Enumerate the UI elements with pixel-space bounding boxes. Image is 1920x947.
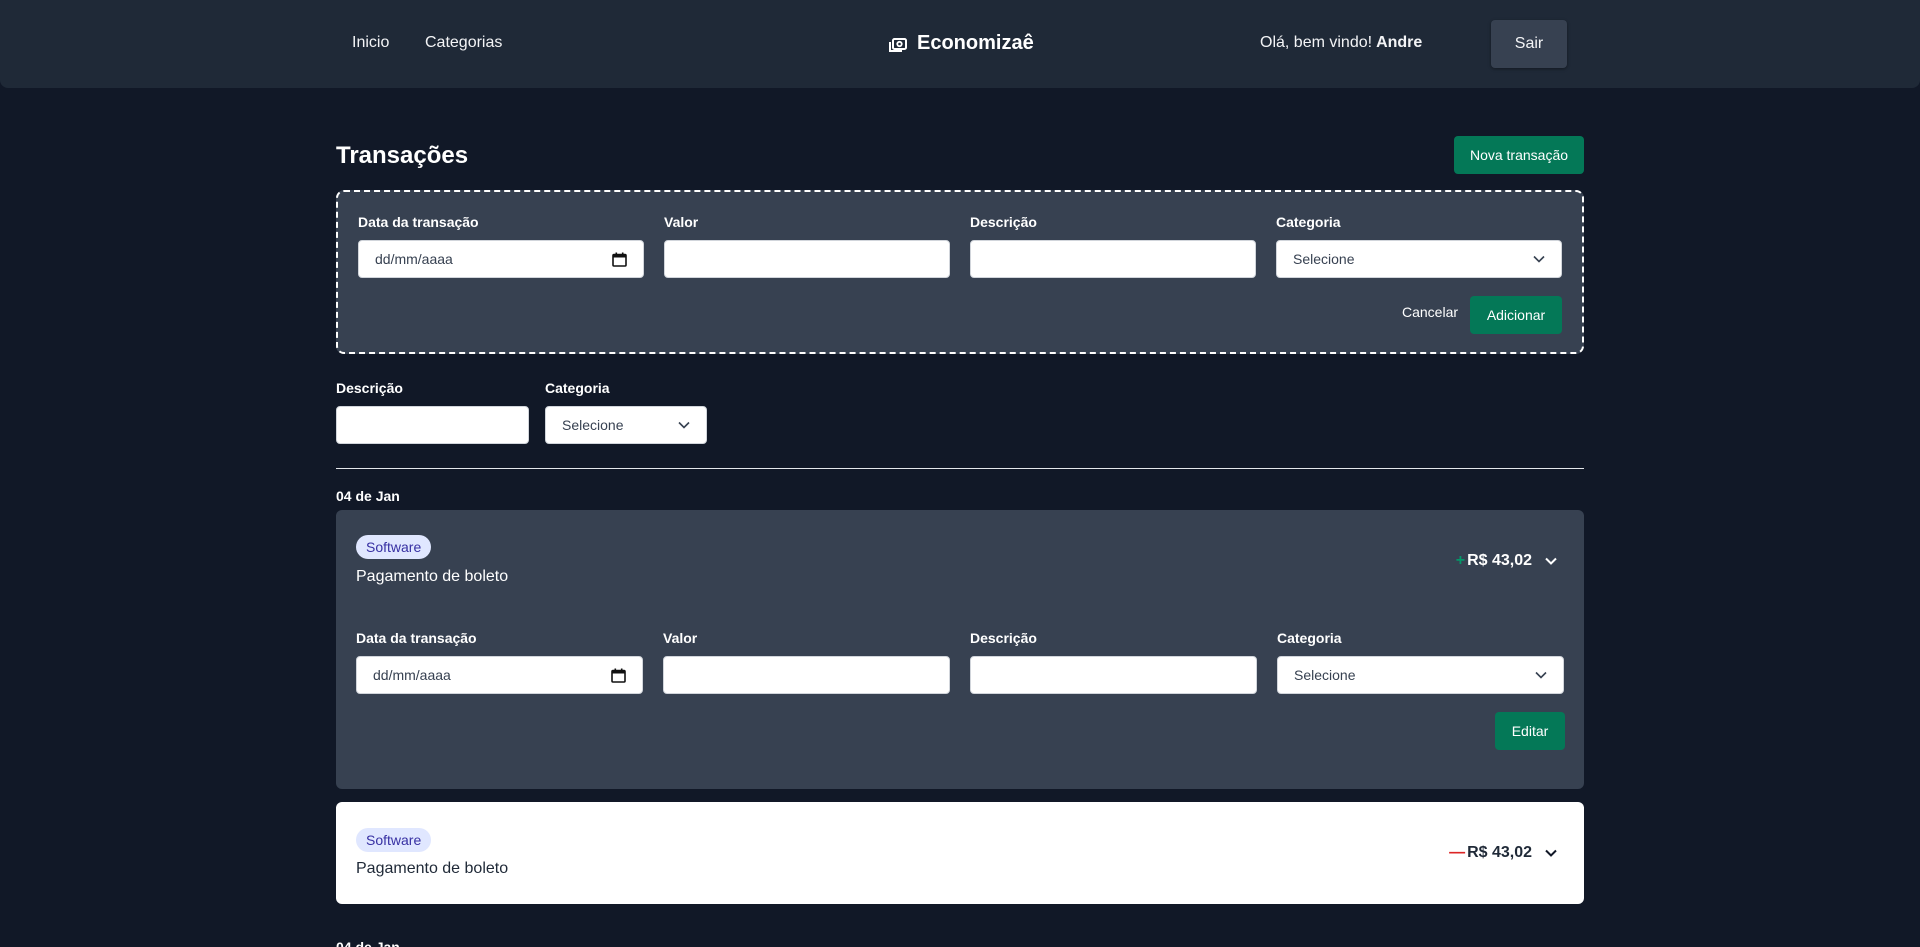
category-badge: Software xyxy=(356,828,432,852)
calendar-icon[interactable] xyxy=(612,252,627,267)
transaction-card[interactable]: Software Pagamento de boleto + R$ 43,02 … xyxy=(336,510,1584,789)
edit-category-label: Categoria xyxy=(1277,630,1342,646)
category-label: Categoria xyxy=(1276,214,1341,230)
date-label: Data da transação xyxy=(358,214,479,230)
edit-category-selected: Selecione xyxy=(1294,667,1356,683)
page-title: Transações xyxy=(336,142,469,169)
money-bill-icon xyxy=(889,37,907,52)
description-input[interactable] xyxy=(970,240,1256,278)
chevron-down-icon xyxy=(1533,255,1545,263)
date-placeholder: dd/mm/aaaa xyxy=(375,251,453,267)
date-group-heading: 04 de Jan xyxy=(336,488,400,504)
add-button[interactable]: Adicionar xyxy=(1470,296,1562,334)
brand-name: Economizaê xyxy=(917,32,1034,54)
chevron-down-icon xyxy=(1535,671,1547,679)
edit-value-label: Valor xyxy=(663,630,698,646)
value-input[interactable] xyxy=(664,240,950,278)
chevron-down-icon xyxy=(678,421,690,429)
filter-category-select[interactable]: Selecione xyxy=(545,406,707,444)
edit-date-label: Data da transação xyxy=(356,630,477,646)
expense-sign: — xyxy=(1449,844,1466,861)
edit-date-placeholder: dd/mm/aaaa xyxy=(373,667,451,683)
brand-logo[interactable]: Economizaê xyxy=(888,32,1034,55)
filter-category-label: Categoria xyxy=(545,380,610,396)
transaction-description: Pagamento de boleto xyxy=(356,860,509,877)
category-selected: Selecione xyxy=(1293,251,1355,267)
transaction-amount: — R$ 43,02 xyxy=(1449,844,1532,862)
divider xyxy=(336,468,1584,469)
chevron-down-icon[interactable] xyxy=(1544,554,1558,568)
greeting-text: Olá, bem vindo! xyxy=(1260,34,1373,51)
edit-button[interactable]: Editar xyxy=(1495,712,1565,750)
top-navbar: Inicio Categorias Economizaê Olá, bem vi… xyxy=(0,0,1920,88)
user-greeting: Olá, bem vindo! Andre xyxy=(1260,34,1422,52)
filter-description-input[interactable] xyxy=(336,406,529,444)
nav-link-inicio[interactable]: Inicio xyxy=(352,34,389,52)
add-transaction-form: Data da transação dd/mm/aaaa Valor Descr… xyxy=(336,190,1584,354)
filter-description-label: Descrição xyxy=(336,380,403,396)
new-transaction-button[interactable]: Nova transação xyxy=(1454,136,1584,174)
user-name: Andre xyxy=(1376,34,1423,51)
filter-category-selected: Selecione xyxy=(562,417,624,433)
chevron-down-icon[interactable] xyxy=(1544,846,1558,860)
logout-button[interactable]: Sair xyxy=(1491,20,1567,68)
edit-description-input[interactable] xyxy=(970,656,1257,694)
income-sign: + xyxy=(1455,552,1466,569)
date-input[interactable]: dd/mm/aaaa xyxy=(358,240,644,278)
category-badge: Software xyxy=(356,535,432,559)
edit-category-select[interactable]: Selecione xyxy=(1277,656,1564,694)
transaction-card[interactable]: Software Pagamento de boleto — R$ 43,02 xyxy=(336,802,1584,904)
edit-date-input[interactable]: dd/mm/aaaa xyxy=(356,656,643,694)
edit-value-input[interactable] xyxy=(663,656,950,694)
transaction-amount: + R$ 43,02 xyxy=(1456,552,1532,570)
calendar-icon[interactable] xyxy=(611,668,626,683)
description-label: Descrição xyxy=(970,214,1037,230)
amount-value: R$ 43,02 xyxy=(1467,552,1532,569)
date-group-heading: 04 de Jan xyxy=(336,939,400,947)
edit-description-label: Descrição xyxy=(970,630,1037,646)
category-select[interactable]: Selecione xyxy=(1276,240,1562,278)
value-label: Valor xyxy=(664,214,699,230)
amount-value: R$ 43,02 xyxy=(1467,844,1532,861)
cancel-button[interactable]: Cancelar xyxy=(1400,293,1460,331)
nav-link-categorias[interactable]: Categorias xyxy=(425,34,502,52)
transaction-description: Pagamento de boleto xyxy=(356,568,509,585)
